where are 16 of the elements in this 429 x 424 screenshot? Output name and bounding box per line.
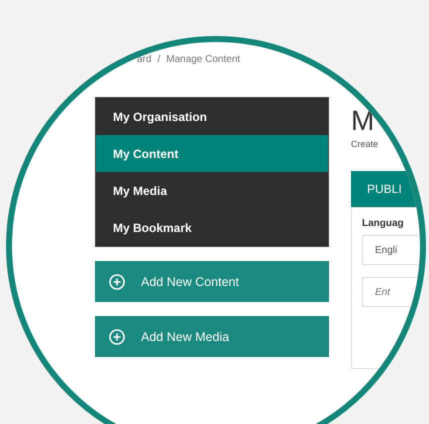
field-label: Languag — [362, 218, 405, 229]
menu-item[interactable]: My Content — [96, 135, 328, 172]
language-select[interactable]: Engli — [362, 235, 420, 265]
add-button[interactable]: Add New Content — [95, 261, 329, 302]
menu-item[interactable]: My Media — [96, 172, 328, 209]
page-subtitle: Create — [351, 139, 380, 149]
breadcrumb-link[interactable]: ard — [137, 54, 152, 65]
add-button[interactable]: Add New Media — [95, 316, 329, 357]
page-title: M — [351, 105, 374, 137]
plus-circle-icon — [109, 328, 125, 344]
menu-item[interactable]: My Bookmark — [96, 209, 328, 246]
menu-item[interactable]: My Organisation — [96, 98, 328, 135]
breadcrumb-separator: / — [157, 54, 160, 65]
plus-circle-icon — [109, 274, 125, 290]
input-field[interactable]: Ent — [362, 277, 420, 307]
breadcrumb-link[interactable]: Manage Content — [166, 54, 240, 65]
